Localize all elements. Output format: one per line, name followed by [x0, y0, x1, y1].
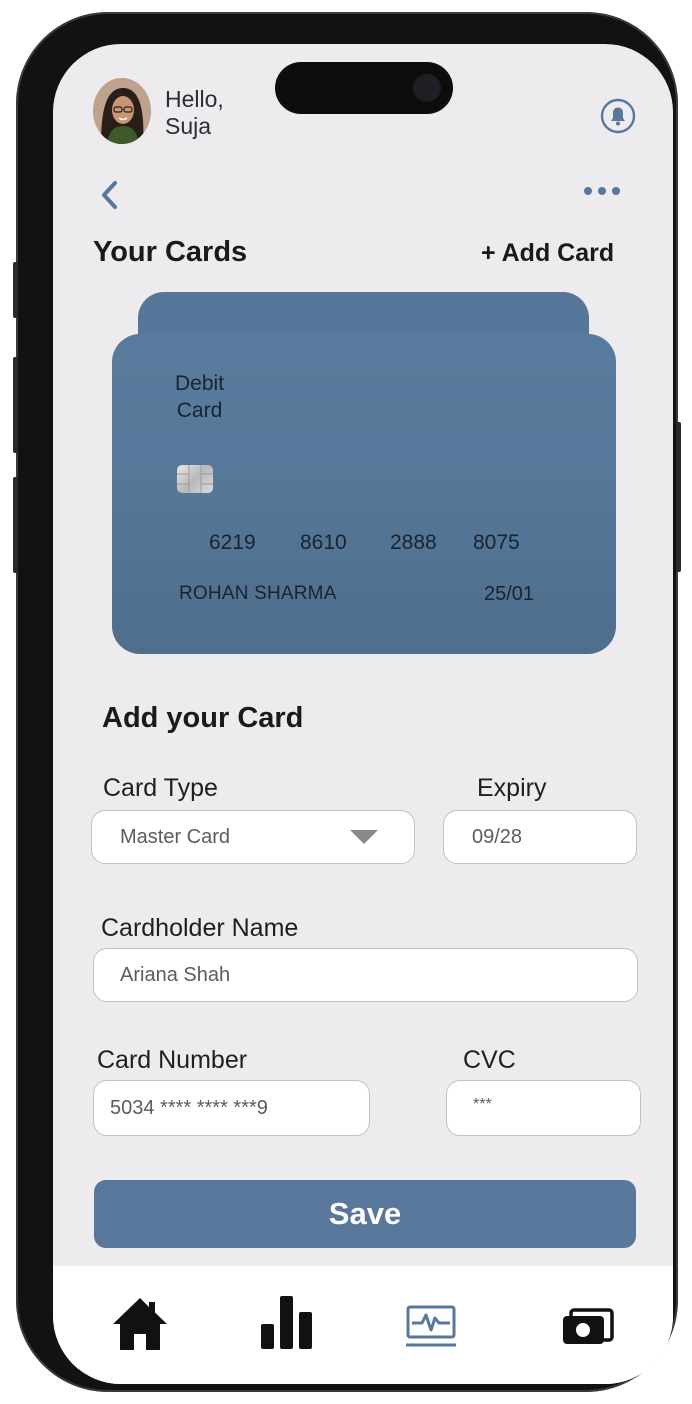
notification-bell-icon — [600, 98, 636, 134]
camera — [413, 74, 441, 102]
dynamic-island — [275, 62, 453, 114]
cvc-label: CVC — [463, 1046, 516, 1074]
card-number-group-4: 8075 — [473, 531, 520, 554]
silent-switch — [13, 262, 18, 318]
card-type-select[interactable]: Master Card — [91, 810, 415, 864]
home-icon — [113, 1298, 167, 1350]
tab-home[interactable] — [111, 1296, 169, 1357]
add-card-section-title: Add your Card — [102, 702, 304, 734]
greeting: Hello, Suja — [165, 86, 224, 140]
expiry-field[interactable]: 09/28 — [443, 810, 637, 864]
card-number-value: 5034 **** **** ***9 — [110, 1096, 268, 1119]
card-number-label: Card Number — [97, 1046, 248, 1074]
tab-wallet[interactable] — [561, 1308, 615, 1353]
card-number-group-1: 6219 — [209, 531, 256, 554]
more-options-button[interactable] — [581, 182, 623, 200]
card-type-value: Master Card — [120, 825, 231, 848]
more-horizontal-icon — [584, 187, 620, 195]
avatar[interactable] — [93, 78, 151, 144]
card-number-group-3: 2888 — [390, 531, 437, 554]
power-button — [676, 422, 681, 572]
bar-chart-icon — [261, 1296, 312, 1349]
tab-stats[interactable] — [259, 1294, 315, 1355]
cvc-value: *** — [473, 1096, 492, 1113]
chip-icon — [177, 465, 213, 493]
your-cards-title: Your Cards — [93, 236, 248, 268]
debit-card[interactable]: Debit Card 6219 8610 2888 8075 ROHAN SHA… — [112, 334, 616, 654]
notification-button[interactable] — [600, 98, 636, 134]
cvc-field[interactable]: *** — [446, 1080, 641, 1136]
screen: Hello, Suja Your Cards + Add Card Debit … — [53, 44, 673, 1384]
wallet-cash-icon — [563, 1308, 614, 1344]
bottom-tab-bar — [53, 1266, 673, 1384]
card-number-group-2: 8610 — [300, 531, 347, 554]
cardholder-name-field[interactable]: Ariana Shah — [93, 948, 638, 1002]
card-type-label: Card Type — [103, 774, 218, 802]
cardholder-name-label: Cardholder Name — [101, 914, 299, 942]
volume-up-button — [13, 357, 18, 453]
card-number-field[interactable]: 5034 **** **** ***9 — [93, 1080, 370, 1136]
cardholder-name-value: Ariana Shah — [120, 963, 231, 986]
add-card-button[interactable]: + Add Card — [481, 239, 614, 268]
expiry-value: 09/28 — [472, 825, 523, 848]
tab-activity[interactable] — [405, 1304, 457, 1353]
card-type-line2: Card — [176, 399, 223, 422]
card-type-line1: Debit — [175, 372, 225, 395]
phone-frame: Hello, Suja Your Cards + Add Card Debit … — [13, 12, 681, 1392]
chevron-down-icon — [350, 830, 378, 844]
activity-monitor-icon — [406, 1305, 456, 1347]
back-button[interactable] — [97, 178, 123, 212]
greeting-name: Suja — [165, 113, 212, 139]
greeting-hello: Hello, — [165, 86, 224, 112]
card-holder-name: ROHAN SHARMA — [179, 583, 337, 604]
card-expiry: 25/01 — [484, 583, 535, 605]
expiry-label: Expiry — [477, 774, 547, 802]
card-type-label: Debit Card — [175, 370, 224, 424]
save-button[interactable]: Save — [94, 1180, 636, 1248]
volume-down-button — [13, 477, 18, 573]
user-avatar-icon — [93, 78, 151, 144]
chevron-left-icon — [102, 181, 117, 209]
